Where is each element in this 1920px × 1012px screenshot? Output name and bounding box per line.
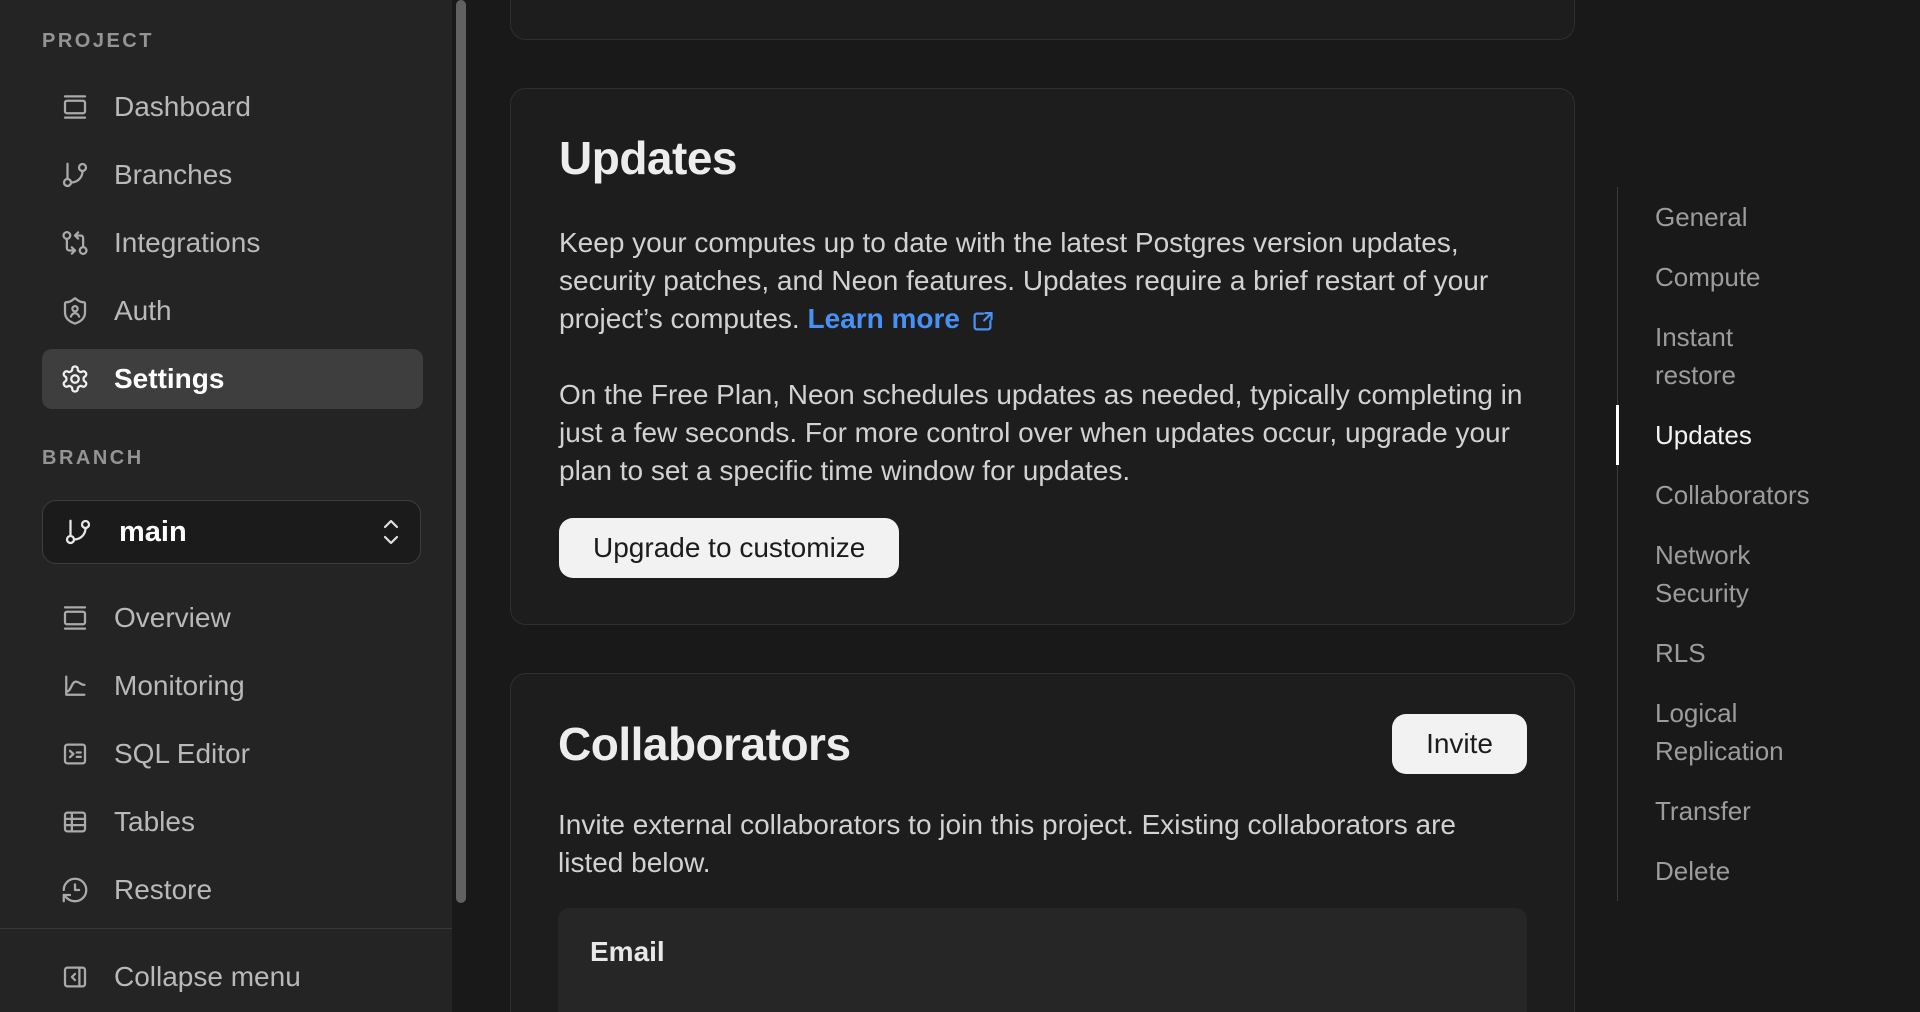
settings-nav-network-security[interactable]: Network Security xyxy=(1618,525,1847,623)
sidebar-scrollbar-thumb[interactable] xyxy=(456,0,466,903)
external-link-icon xyxy=(969,308,996,335)
sidebar-item-branches[interactable]: Branches xyxy=(42,145,423,205)
sidebar-item-sql-editor[interactable]: SQL Editor xyxy=(42,724,423,784)
learn-more-link[interactable]: Learn more xyxy=(808,300,997,338)
collaborators-table: Email xyxy=(558,908,1527,1012)
updates-body-text: Keep your computes up to date with the l… xyxy=(559,227,1488,334)
settings-nav-instant-restore[interactable]: Instant restore xyxy=(1618,307,1847,405)
sidebar-item-integrations[interactable]: Integrations xyxy=(42,213,423,273)
sidebar-item-auth[interactable]: Auth xyxy=(42,281,423,341)
updates-card: Updates Keep your computes up to date wi… xyxy=(510,88,1575,625)
sidebar-item-label: SQL Editor xyxy=(114,738,250,770)
collaborators-header: Collaborators Invite xyxy=(558,714,1527,774)
settings-main: Updates Keep your computes up to date wi… xyxy=(470,0,1920,1012)
updates-title: Updates xyxy=(559,131,1526,186)
sidebar-item-label: Dashboard xyxy=(114,91,251,123)
settings-nav-rls[interactable]: RLS xyxy=(1618,623,1847,683)
git-branch-icon xyxy=(60,160,90,190)
shield-user-icon xyxy=(60,296,90,326)
chart-icon xyxy=(60,671,90,701)
branch-selector[interactable]: main xyxy=(42,500,421,564)
window-icon xyxy=(60,92,90,122)
sidebar-item-label: Tables xyxy=(114,806,195,838)
updates-paragraph-1: Keep your computes up to date with the l… xyxy=(559,224,1528,338)
settings-nav-delete[interactable]: Delete xyxy=(1618,841,1847,901)
sidebar-item-label: Monitoring xyxy=(114,670,245,702)
sql-terminal-icon xyxy=(60,739,90,769)
updates-paragraph-2: On the Free Plan, Neon schedules updates… xyxy=(559,376,1528,490)
git-branch-icon xyxy=(63,517,93,547)
project-section-label: PROJECT xyxy=(42,30,452,53)
branch-nav: Overview Monitoring SQL Editor Tables Re… xyxy=(42,588,423,920)
card-partial-top xyxy=(510,0,1575,40)
sidebar-item-monitoring[interactable]: Monitoring xyxy=(42,656,423,716)
settings-section-nav: General Compute Instant restore Updates … xyxy=(1617,187,1847,901)
project-sidebar: PROJECT Dashboard Branches Integrations … xyxy=(0,0,452,1012)
sidebar-scrollbar-track[interactable] xyxy=(452,0,470,1012)
git-compare-icon xyxy=(60,228,90,258)
sidebar-item-settings[interactable]: Settings xyxy=(42,349,423,409)
sidebar-item-label: Restore xyxy=(114,874,212,906)
settings-nav-logical-replication[interactable]: Logical Replication xyxy=(1618,683,1847,781)
sidebar-item-label: Branches xyxy=(114,159,232,191)
sidebar-footer: Collapse menu xyxy=(0,928,452,1007)
history-icon xyxy=(60,875,90,905)
invite-button[interactable]: Invite xyxy=(1392,714,1527,774)
sidebar-item-label: Integrations xyxy=(114,227,260,259)
panel-collapse-icon xyxy=(60,962,90,992)
sidebar-item-label: Settings xyxy=(114,363,224,395)
collaborators-title: Collaborators xyxy=(558,717,851,772)
collaborators-description: Invite external collaborators to join th… xyxy=(558,806,1527,882)
settings-nav-compute[interactable]: Compute xyxy=(1618,247,1847,307)
gear-icon xyxy=(60,364,90,394)
sidebar-item-overview[interactable]: Overview xyxy=(42,588,423,648)
branch-section-label: BRANCH xyxy=(42,447,452,470)
table-column-email: Email xyxy=(590,936,1495,968)
settings-content: Updates Keep your computes up to date wi… xyxy=(510,0,1575,1012)
project-nav: Dashboard Branches Integrations Auth Set… xyxy=(42,77,423,409)
collapse-menu-label: Collapse menu xyxy=(114,961,301,993)
collaborators-card: Collaborators Invite Invite external col… xyxy=(510,673,1575,1012)
table-icon xyxy=(60,807,90,837)
collapse-menu-button[interactable]: Collapse menu xyxy=(42,947,423,1007)
sidebar-item-label: Auth xyxy=(114,295,172,327)
learn-more-label: Learn more xyxy=(808,300,961,338)
upgrade-to-customize-button[interactable]: Upgrade to customize xyxy=(559,518,899,578)
sidebar-item-restore[interactable]: Restore xyxy=(42,860,423,920)
sidebar-item-dashboard[interactable]: Dashboard xyxy=(42,77,423,137)
sidebar-item-tables[interactable]: Tables xyxy=(42,792,423,852)
settings-nav-general[interactable]: General xyxy=(1618,187,1847,247)
chevron-up-down-icon xyxy=(380,515,402,549)
settings-nav-updates[interactable]: Updates xyxy=(1618,405,1847,465)
settings-nav-collaborators[interactable]: Collaborators xyxy=(1618,465,1847,525)
window-icon xyxy=(60,603,90,633)
branch-selector-value: main xyxy=(119,516,354,549)
settings-nav-transfer[interactable]: Transfer xyxy=(1618,781,1847,841)
sidebar-item-label: Overview xyxy=(114,602,231,634)
